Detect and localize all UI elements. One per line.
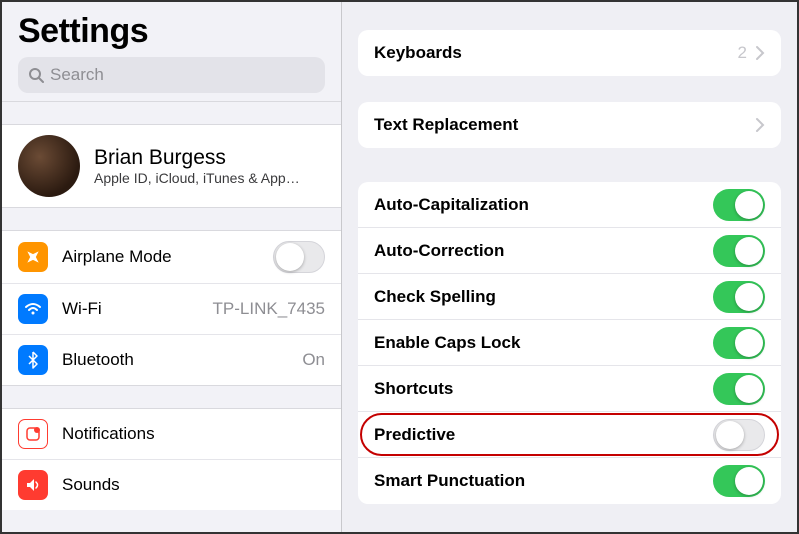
row-shortcuts[interactable]: Shortcuts <box>358 366 781 412</box>
sidebar: Settings Brian Burgess Apple ID, iCloud,… <box>2 2 342 532</box>
bluetooth-icon <box>18 345 48 375</box>
smart-punctuation-toggle[interactable] <box>713 465 765 497</box>
notifications-icon <box>18 419 48 449</box>
sidebar-item-bluetooth[interactable]: Bluetooth On <box>2 335 341 385</box>
sidebar-item-label: Airplane Mode <box>62 247 273 267</box>
profile-row[interactable]: Brian Burgess Apple ID, iCloud, iTunes &… <box>2 125 341 207</box>
row-label: Predictive <box>374 425 713 445</box>
row-text-replacement[interactable]: Text Replacement <box>358 102 781 148</box>
row-auto-correction[interactable]: Auto-Correction <box>358 228 781 274</box>
sidebar-item-label: Notifications <box>62 424 325 444</box>
detail-pane: Keyboards 2 Text Replacement Auto-Capita… <box>342 2 797 532</box>
chevron-right-icon <box>755 45 765 61</box>
alerts-group: Notifications Sounds <box>2 409 341 510</box>
wifi-value: TP-LINK_7435 <box>213 299 325 319</box>
row-smart-punctuation[interactable]: Smart Punctuation <box>358 458 781 504</box>
keyboards-count: 2 <box>738 43 747 63</box>
row-check-spelling[interactable]: Check Spelling <box>358 274 781 320</box>
row-label: Auto-Correction <box>374 241 713 261</box>
row-predictive[interactable]: Predictive <box>358 412 781 458</box>
keyboard-options-group: Auto-Capitalization Auto-Correction Chec… <box>358 182 781 504</box>
sidebar-item-label: Bluetooth <box>62 350 302 370</box>
bluetooth-value: On <box>302 350 325 370</box>
row-label: Shortcuts <box>374 379 713 399</box>
sidebar-header: Settings <box>2 2 341 101</box>
sidebar-item-notifications[interactable]: Notifications <box>2 409 341 460</box>
predictive-toggle[interactable] <box>713 419 765 451</box>
separator <box>2 101 341 125</box>
text-replacement-group: Text Replacement <box>358 102 781 148</box>
shortcuts-toggle[interactable] <box>713 373 765 405</box>
separator <box>2 207 341 231</box>
avatar <box>18 135 80 197</box>
row-keyboards[interactable]: Keyboards 2 <box>358 30 781 76</box>
row-label: Enable Caps Lock <box>374 333 713 353</box>
search-box[interactable] <box>18 57 325 93</box>
check-spelling-toggle[interactable] <box>713 281 765 313</box>
profile-name: Brian Burgess <box>94 146 325 170</box>
search-input[interactable] <box>50 65 315 85</box>
row-label: Keyboards <box>374 43 738 63</box>
airplane-icon <box>18 242 48 272</box>
sidebar-item-airplane-mode[interactable]: Airplane Mode <box>2 231 341 284</box>
sidebar-item-label: Sounds <box>62 475 325 495</box>
row-auto-capitalization[interactable]: Auto-Capitalization <box>358 182 781 228</box>
airplane-mode-toggle[interactable] <box>273 241 325 273</box>
row-label: Auto-Capitalization <box>374 195 713 215</box>
sidebar-item-wifi[interactable]: Wi-Fi TP-LINK_7435 <box>2 284 341 335</box>
connectivity-group: Airplane Mode Wi-Fi TP-LINK_7435 Bluetoo… <box>2 231 341 385</box>
page-title: Settings <box>18 12 325 51</box>
keyboards-group: Keyboards 2 <box>358 30 781 76</box>
chevron-right-icon <box>755 117 765 133</box>
auto-capitalization-toggle[interactable] <box>713 189 765 221</box>
auto-correction-toggle[interactable] <box>713 235 765 267</box>
row-label: Smart Punctuation <box>374 471 713 491</box>
enable-caps-lock-toggle[interactable] <box>713 327 765 359</box>
profile-subtitle: Apple ID, iCloud, iTunes & App… <box>94 170 325 186</box>
sidebar-item-label: Wi-Fi <box>62 299 213 319</box>
sidebar-item-sounds[interactable]: Sounds <box>2 460 341 510</box>
profile-text: Brian Burgess Apple ID, iCloud, iTunes &… <box>94 146 325 186</box>
wifi-icon <box>18 294 48 324</box>
row-label: Text Replacement <box>374 115 755 135</box>
profile-group: Brian Burgess Apple ID, iCloud, iTunes &… <box>2 125 341 207</box>
row-label: Check Spelling <box>374 287 713 307</box>
search-icon <box>28 67 44 83</box>
separator <box>2 385 341 409</box>
sounds-icon <box>18 470 48 500</box>
row-enable-caps-lock[interactable]: Enable Caps Lock <box>358 320 781 366</box>
